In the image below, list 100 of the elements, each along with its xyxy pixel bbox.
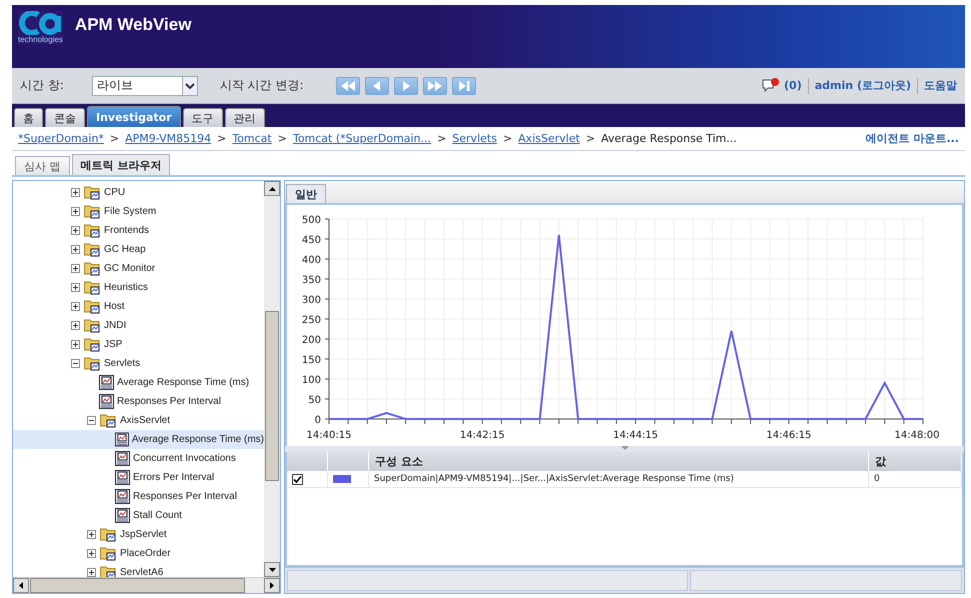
alerts-count-link[interactable]: (0) xyxy=(784,79,802,92)
scroll-left-icon[interactable] xyxy=(19,582,23,589)
tree-item[interactable]: Errors Per Interval xyxy=(13,468,264,487)
expand-icon[interactable] xyxy=(71,321,80,330)
tree-item[interactable]: File System xyxy=(13,202,264,221)
metric-icon xyxy=(99,394,114,409)
expand-icon[interactable] xyxy=(71,207,80,216)
rewind-icon xyxy=(340,80,355,90)
tree-item[interactable]: Average Response Time (ms) xyxy=(13,373,264,392)
breadcrumb-link[interactable]: *SuperDomain* xyxy=(18,132,104,145)
breadcrumb-link[interactable]: APM9-VM85194 xyxy=(125,132,212,145)
x-tick-label: 14:40:15 xyxy=(306,430,352,441)
time-window-dropdown[interactable]: 라이브 xyxy=(92,76,198,96)
agent-mount-link[interactable]: 에이전트 마운트... xyxy=(866,131,959,146)
expand-icon[interactable] xyxy=(87,549,96,558)
breadcrumb-separator: > xyxy=(502,132,512,145)
tree-item[interactable]: Responses Per Interval xyxy=(13,392,264,411)
vertical-scrollbar[interactable] xyxy=(264,181,280,577)
tree-item[interactable]: Average Response Time (ms) xyxy=(13,430,264,449)
x-tick-label: 14:44:15 xyxy=(613,430,658,441)
expand-icon[interactable] xyxy=(71,188,80,197)
tree-item[interactable]: Frontends xyxy=(13,221,264,240)
checkbox[interactable] xyxy=(292,474,303,484)
panel-tab[interactable]: 일반 xyxy=(286,184,326,203)
logout-link[interactable]: admin (로그아웃) xyxy=(814,78,911,93)
expand-icon[interactable] xyxy=(71,340,80,349)
view-tab[interactable]: 메트릭 브라우저 xyxy=(72,154,170,175)
tree-item[interactable]: GC Heap xyxy=(13,240,264,259)
y-tick-label: 450 xyxy=(302,235,321,246)
y-tick-label: 350 xyxy=(302,275,321,286)
folder-icon xyxy=(84,185,101,200)
folder-icon xyxy=(84,204,101,219)
metric-icon xyxy=(115,470,130,485)
folder-icon xyxy=(84,223,101,238)
metric-icon xyxy=(115,432,129,447)
x-tick-label: 14:48:00 xyxy=(894,430,940,441)
breadcrumb-link[interactable]: Tomcat (*SuperDomain... xyxy=(292,132,432,145)
skip-to-end-icon xyxy=(458,80,470,90)
help-link[interactable]: 도움말 xyxy=(924,78,957,93)
nav-tab[interactable]: Investigator xyxy=(87,106,181,127)
y-tick-label: 300 xyxy=(302,295,321,306)
collapse-icon[interactable] xyxy=(87,416,96,425)
tree-item[interactable]: CPU xyxy=(13,183,264,202)
y-tick-label: 100 xyxy=(302,375,321,386)
tree-item[interactable]: AxisServlet xyxy=(13,411,264,430)
tree-item[interactable]: JSP xyxy=(13,335,264,354)
folder-icon xyxy=(100,565,117,577)
caret-icon xyxy=(182,76,197,94)
tree-item[interactable]: GC Monitor xyxy=(13,259,264,278)
play-icon xyxy=(400,80,411,90)
tree-item[interactable]: Servlets xyxy=(13,354,264,373)
expand-icon[interactable] xyxy=(87,530,96,539)
y-tick-label: 250 xyxy=(302,315,321,326)
step-back-icon xyxy=(372,80,382,90)
tree-item[interactable]: Stall Count xyxy=(13,506,264,525)
breadcrumb-link[interactable]: Servlets xyxy=(452,132,497,145)
expand-icon[interactable] xyxy=(71,245,80,254)
tree-item[interactable]: Heuristics xyxy=(13,278,264,297)
tree-item[interactable]: Host xyxy=(13,297,264,316)
scroll-right-icon[interactable] xyxy=(270,582,274,589)
tree-item[interactable]: JNDI xyxy=(13,316,264,335)
x-tick-label: 14:46:15 xyxy=(766,430,812,441)
app-title: APM WebView xyxy=(74,15,192,35)
expand-icon[interactable] xyxy=(71,302,80,311)
breadcrumb-link[interactable]: AxisServlet xyxy=(518,132,580,145)
tree-item[interactable]: PlaceOrder xyxy=(13,544,264,563)
view-tab[interactable]: 심사 맵 xyxy=(15,156,70,175)
nav-tab[interactable]: 콘솔 xyxy=(45,108,85,127)
folder-icon xyxy=(84,261,101,276)
table-cell: SuperDomain|APM9-VM85194|...|Ser...|AxisServlet:Average Response Time (ms) xyxy=(374,474,734,484)
folder-icon xyxy=(84,337,101,352)
expand-icon[interactable] xyxy=(71,226,80,235)
nav-tab[interactable]: 관리 xyxy=(224,108,265,127)
nav-tab[interactable]: 홈 xyxy=(14,108,43,127)
tree-item[interactable]: JspServlet xyxy=(13,525,264,544)
scroll-down-icon[interactable] xyxy=(268,568,276,572)
scroll-up-icon[interactable] xyxy=(268,186,276,190)
column-header: 구성 요소 xyxy=(375,455,423,468)
expand-icon[interactable] xyxy=(71,264,80,273)
y-tick-label: 200 xyxy=(302,335,321,346)
horizontal-scrollbar[interactable] xyxy=(13,577,280,593)
folder-icon xyxy=(100,413,117,428)
alert-icon[interactable] xyxy=(762,78,780,94)
tree-item[interactable]: Responses Per Interval xyxy=(13,487,264,506)
expand-icon[interactable] xyxy=(87,568,96,577)
breadcrumb-separator: > xyxy=(217,132,226,145)
breadcrumb-separator: > xyxy=(586,132,596,145)
folder-icon xyxy=(100,546,117,561)
collapse-icon[interactable] xyxy=(71,359,80,368)
metric-icon xyxy=(99,375,114,390)
y-tick-label: 400 xyxy=(302,255,321,266)
logo-icon xyxy=(18,11,62,35)
breadcrumb-link[interactable]: Tomcat xyxy=(232,132,272,145)
y-tick-label: 150 xyxy=(302,355,321,366)
expand-icon[interactable] xyxy=(71,283,80,292)
nav-tab[interactable]: 도구 xyxy=(182,108,223,127)
time-window-label: 시간 창: xyxy=(20,77,64,94)
tree-item[interactable]: Concurrent Invocations xyxy=(13,449,264,468)
breadcrumb-separator: > xyxy=(110,132,120,145)
fast-forward-icon xyxy=(428,80,442,90)
